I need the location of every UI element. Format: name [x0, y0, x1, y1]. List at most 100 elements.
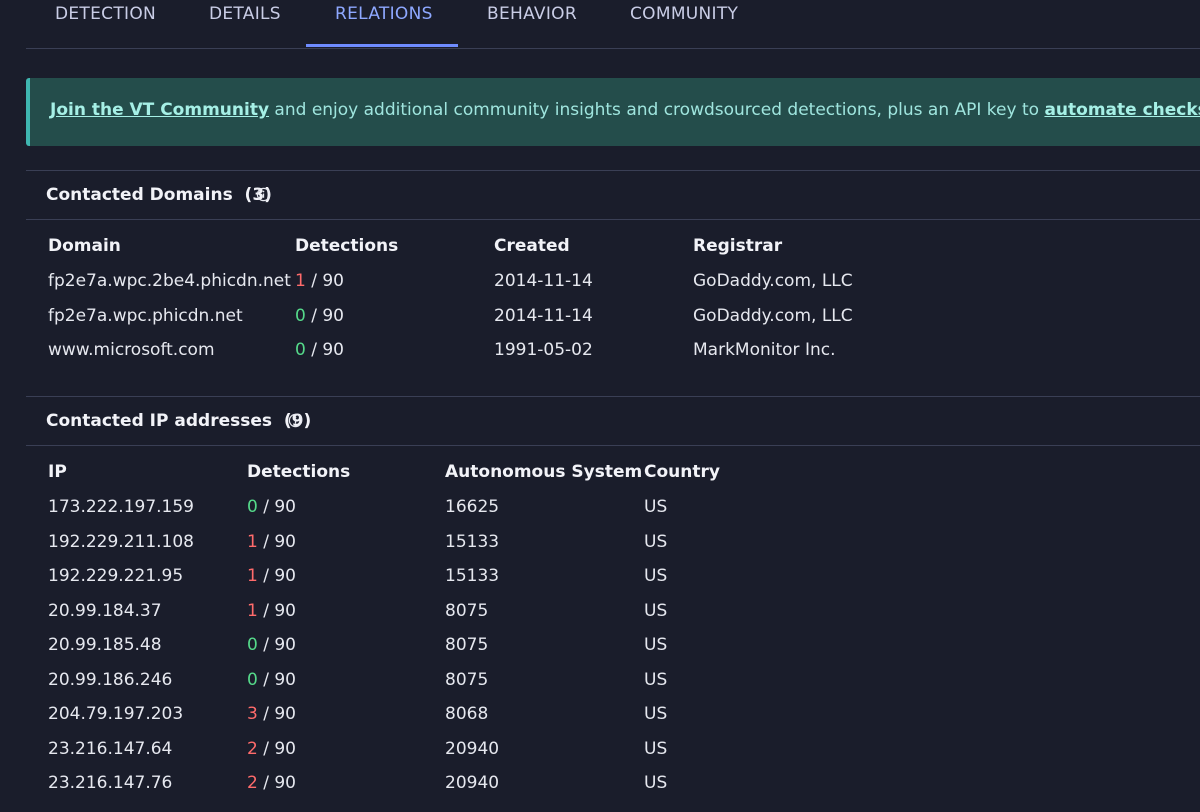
community-banner: Join the VT Community and enjoy addition… — [26, 78, 1200, 146]
country-value: US — [644, 670, 668, 690]
country-value: US — [644, 601, 668, 621]
ip-link[interactable]: 20.99.186.246 — [48, 670, 172, 690]
detections-count: 1 — [295, 271, 306, 291]
domain-link[interactable]: fp2e7a.wpc.phicdn.net — [48, 306, 243, 326]
tab-community[interactable]: COMMUNITY — [630, 4, 738, 24]
tab-detection[interactable]: DETECTION — [55, 4, 156, 24]
info-icon[interactable] — [288, 413, 303, 428]
column-header-autonomous-system[interactable]: Autonomous System — [445, 462, 642, 482]
autonomous-system-value: 16625 — [445, 497, 500, 517]
autonomous-system-value: 8075 — [445, 601, 489, 621]
country-value: US — [644, 566, 668, 586]
country-value: US — [644, 497, 668, 517]
detections-value: 0 / 90 — [247, 670, 296, 690]
detections-count: 2 — [247, 739, 258, 759]
domain-link[interactable]: www.microsoft.com — [48, 340, 215, 360]
detections-total: / 90 — [305, 340, 344, 360]
detections-count: 2 — [247, 773, 258, 793]
detections-total: / 90 — [257, 704, 296, 724]
column-header-ip[interactable]: IP — [48, 462, 67, 482]
autonomous-system-value: 8068 — [445, 704, 489, 724]
registrar-value: GoDaddy.com, LLC — [693, 306, 853, 326]
contacted-domains-section: Contacted Domains (3) Domain Detections … — [26, 170, 1200, 396]
autonomous-system-value: 15133 — [445, 532, 500, 552]
country-value: US — [644, 739, 668, 759]
country-value: US — [644, 773, 668, 793]
column-header-registrar[interactable]: Registrar — [693, 236, 782, 256]
contacted-ips-header: Contacted IP addresses (9) — [26, 396, 1200, 446]
tab-behavior[interactable]: BEHAVIOR — [487, 4, 577, 24]
tab-details[interactable]: DETAILS — [209, 4, 281, 24]
contacted-domains-header: Contacted Domains (3) — [26, 170, 1200, 220]
ip-link[interactable]: 173.222.197.159 — [48, 497, 194, 517]
detections-value: 3 / 90 — [247, 704, 296, 724]
detections-value: 1 / 90 — [247, 601, 296, 621]
detections-count: 3 — [247, 704, 258, 724]
ip-link[interactable]: 192.229.211.108 — [48, 532, 194, 552]
detections-value: 0 / 90 — [247, 497, 296, 517]
detections-total: / 90 — [257, 670, 296, 690]
autonomous-system-value: 8075 — [445, 635, 489, 655]
detections-total: / 90 — [257, 497, 296, 517]
ip-link[interactable]: 20.99.184.37 — [48, 601, 162, 621]
detections-total: / 90 — [257, 635, 296, 655]
detections-count: 0 — [295, 306, 306, 326]
detections-value: 0 / 90 — [247, 635, 296, 655]
detections-value: 2 / 90 — [247, 739, 296, 759]
detections-total: / 90 — [257, 532, 296, 552]
registrar-value: MarkMonitor Inc. — [693, 340, 836, 360]
info-icon[interactable] — [256, 187, 271, 202]
country-value: US — [644, 704, 668, 724]
autonomous-system-value: 20940 — [445, 773, 500, 793]
ip-link[interactable]: 192.229.221.95 — [48, 566, 183, 586]
active-tab-indicator — [306, 44, 458, 47]
detections-value: 2 / 90 — [247, 773, 296, 793]
ip-link[interactable]: 23.216.147.64 — [48, 739, 172, 759]
relations-page: DETECTION DETAILS RELATIONS BEHAVIOR COM… — [0, 0, 1200, 812]
column-header-detections[interactable]: Detections — [247, 462, 350, 482]
detections-count: 0 — [247, 670, 258, 690]
section-title: Contacted Domains (3) — [46, 185, 272, 205]
column-header-detections[interactable]: Detections — [295, 236, 398, 256]
created-date: 1991-05-02 — [494, 340, 593, 360]
country-value: US — [644, 532, 668, 552]
column-header-domain[interactable]: Domain — [48, 236, 121, 256]
column-header-created[interactable]: Created — [494, 236, 570, 256]
autonomous-system-value: 8075 — [445, 670, 489, 690]
detections-total: / 90 — [257, 601, 296, 621]
autonomous-system-value: 15133 — [445, 566, 500, 586]
detections-value: 0 / 90 — [295, 340, 344, 360]
detections-value: 1 / 90 — [295, 271, 344, 291]
detections-total: / 90 — [257, 773, 296, 793]
ip-link[interactable]: 23.216.147.76 — [48, 773, 172, 793]
contacted-domains-title: Contacted Domains — [46, 185, 233, 205]
created-date: 2014-11-14 — [494, 271, 593, 291]
ip-link[interactable]: 20.99.185.48 — [48, 635, 162, 655]
created-date: 2014-11-14 — [494, 306, 593, 326]
join-community-link[interactable]: Join the VT Community — [50, 100, 269, 120]
section-title: Contacted IP addresses (9) — [46, 411, 311, 431]
detections-count: 1 — [247, 601, 258, 621]
registrar-value: GoDaddy.com, LLC — [693, 271, 853, 291]
detections-value: 1 / 90 — [247, 566, 296, 586]
banner-message: and enjoy additional community insights … — [269, 100, 1045, 120]
tab-bar: DETECTION DETAILS RELATIONS BEHAVIOR COM… — [26, 0, 1200, 49]
detections-value: 1 / 90 — [247, 532, 296, 552]
country-value: US — [644, 635, 668, 655]
domain-link[interactable]: fp2e7a.wpc.2be4.phicdn.net — [48, 271, 291, 291]
detections-count: 1 — [247, 532, 258, 552]
detections-total: / 90 — [305, 271, 344, 291]
automate-checks-link[interactable]: automate checks. — [1044, 100, 1200, 120]
contacted-ips-section: Contacted IP addresses (9) IP Detections… — [26, 396, 1200, 812]
banner-text: Join the VT Community and enjoy addition… — [50, 100, 1200, 120]
autonomous-system-value: 20940 — [445, 739, 500, 759]
column-header-country[interactable]: Country — [644, 462, 720, 482]
detections-total: / 90 — [305, 306, 344, 326]
detections-count: 0 — [247, 497, 258, 517]
detections-count: 1 — [247, 566, 258, 586]
tab-relations[interactable]: RELATIONS — [335, 4, 433, 24]
ip-link[interactable]: 204.79.197.203 — [48, 704, 183, 724]
contacted-ips-title: Contacted IP addresses — [46, 411, 272, 431]
detections-value: 0 / 90 — [295, 306, 344, 326]
detections-count: 0 — [247, 635, 258, 655]
